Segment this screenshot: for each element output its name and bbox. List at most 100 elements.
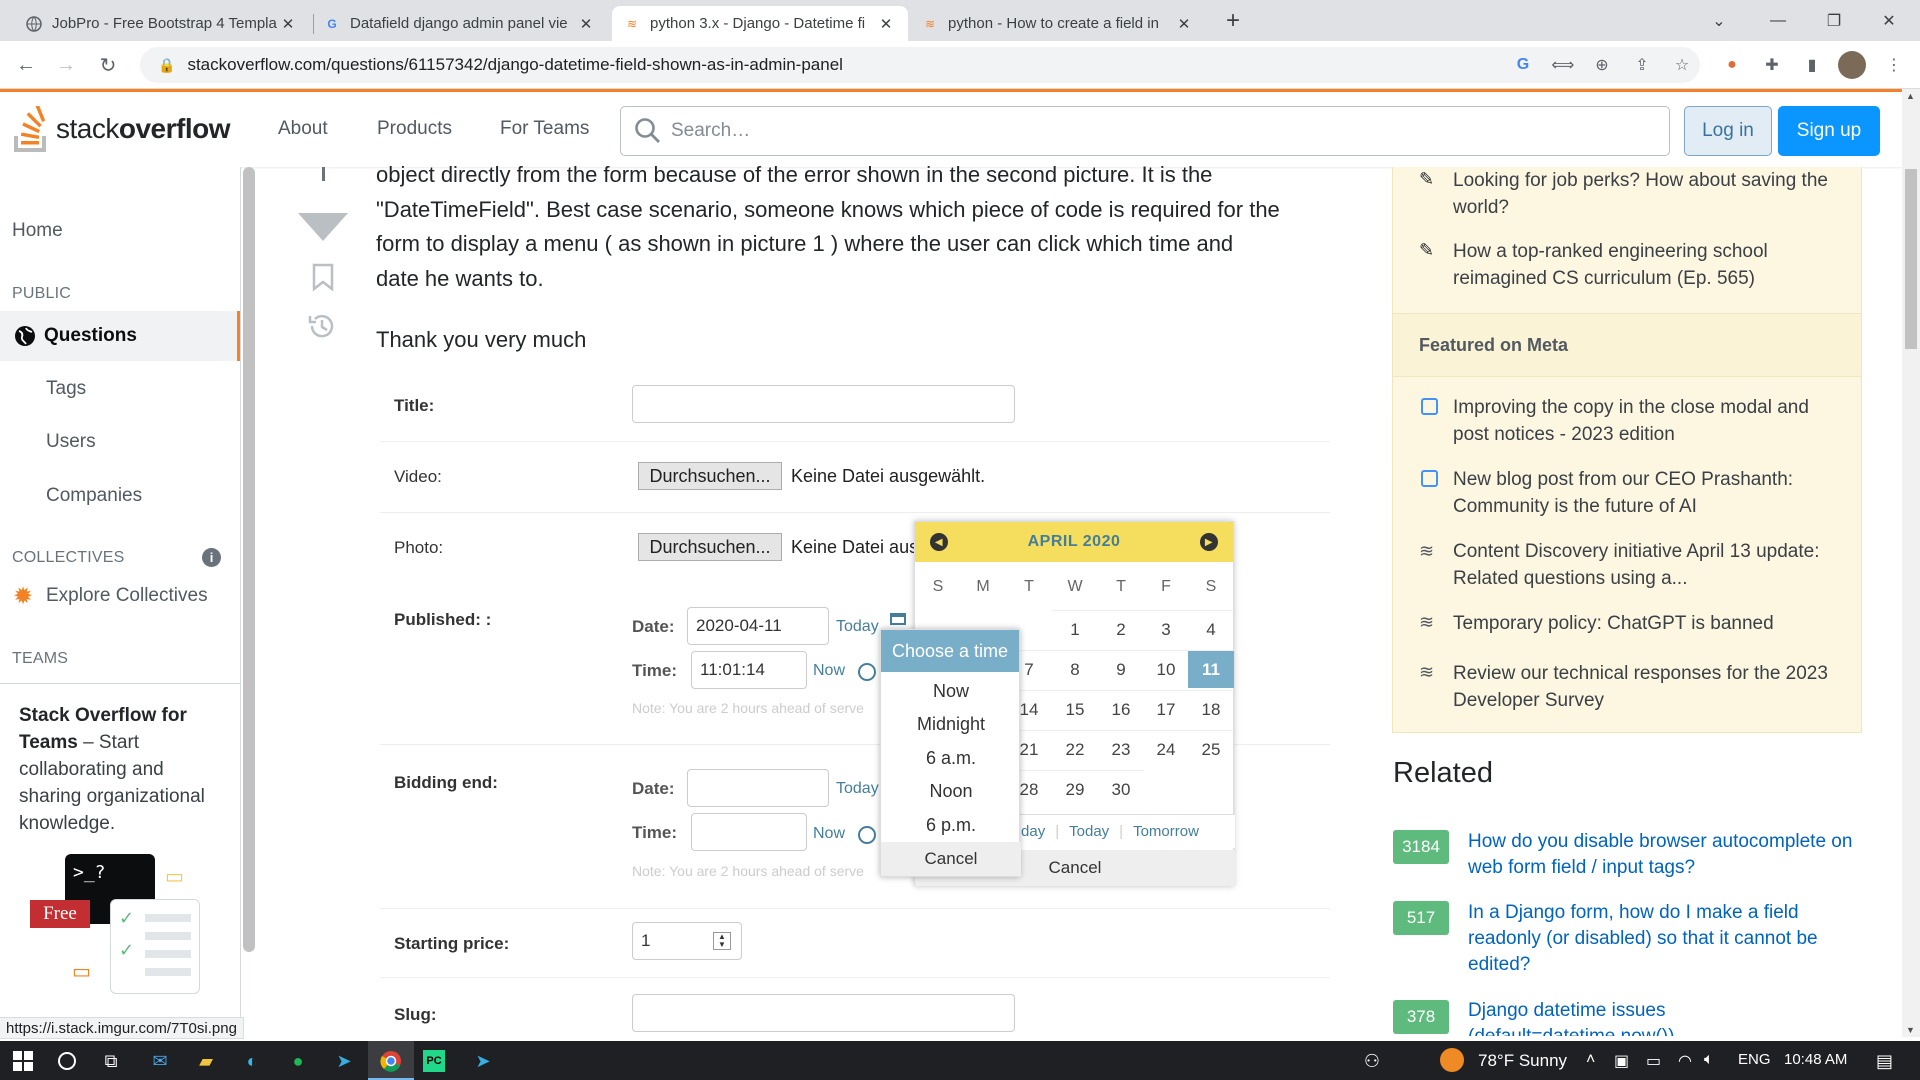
published-date-field[interactable]: 2020-04-11 bbox=[687, 607, 829, 645]
published-today-link[interactable]: Today bbox=[836, 618, 879, 636]
meta-item[interactable]: Content Discovery initiative April 13 up… bbox=[1453, 538, 1843, 592]
tab-how-to-create[interactable]: ≋ python - How to create a field in ✕ bbox=[910, 6, 1206, 41]
tab-jobpro[interactable]: JobPro - Free Bootstrap 4 Templa ✕ bbox=[14, 6, 310, 41]
calendar-day[interactable]: 1 bbox=[1052, 610, 1098, 648]
related-question-link[interactable]: How do you disable browser autocomplete … bbox=[1468, 829, 1868, 881]
window-close-button[interactable]: ✕ bbox=[1866, 0, 1912, 41]
sidebar-item-tags[interactable]: Tags bbox=[46, 378, 86, 400]
calendar-day[interactable]: 15 bbox=[1052, 690, 1098, 728]
calendar-day[interactable]: 22 bbox=[1052, 730, 1098, 768]
time-option-6pm[interactable]: 6 p.m. bbox=[881, 815, 1021, 836]
calendar-day[interactable]: 4 bbox=[1188, 610, 1234, 648]
bookmark-icon[interactable] bbox=[311, 263, 335, 291]
notifications-icon[interactable]: ▤ bbox=[1876, 1051, 1893, 1072]
mail-icon[interactable]: ✉ bbox=[146, 1047, 174, 1075]
published-time-field[interactable]: 11:01:14 bbox=[691, 651, 807, 689]
bidding-time-field[interactable] bbox=[691, 813, 807, 851]
volume-icon[interactable]: 🔈︎ bbox=[1704, 1051, 1714, 1069]
forward-arrow-icon[interactable]: → bbox=[52, 51, 80, 79]
bidding-date-field[interactable] bbox=[687, 769, 829, 807]
downvote-icon[interactable] bbox=[298, 213, 348, 243]
login-button[interactable]: Log in bbox=[1684, 106, 1772, 156]
time-option-6am[interactable]: 6 a.m. bbox=[881, 748, 1021, 769]
search-input[interactable]: Search… bbox=[620, 106, 1670, 156]
starting-price-field[interactable]: 1 ▲ ▼ bbox=[632, 922, 742, 960]
zoom-icon[interactable]: ⊕ bbox=[1590, 53, 1614, 77]
meta-item[interactable]: Temporary policy: ChatGPT is banned bbox=[1453, 610, 1843, 637]
calendar-day[interactable]: 29 bbox=[1052, 770, 1098, 808]
tab-active-django[interactable]: ≋ python 3.x - Django - Datetime fi ✕ bbox=[612, 6, 908, 41]
calendar-day[interactable]: 16 bbox=[1098, 690, 1144, 728]
video-browse-button[interactable]: Durchsuchen... bbox=[638, 462, 782, 490]
blog-item[interactable]: Looking for job perks? How about saving … bbox=[1453, 167, 1843, 221]
meta-item[interactable]: Review our technical responses for the 2… bbox=[1453, 660, 1843, 714]
edge-icon[interactable]: ◐ bbox=[238, 1047, 266, 1075]
url-field[interactable]: 🔒 stackoverflow.com/questions/61157342/d… bbox=[140, 47, 1700, 83]
blog-item[interactable]: How a top-ranked engineering school reim… bbox=[1453, 238, 1843, 292]
file-explorer-icon[interactable]: ▰ bbox=[192, 1047, 220, 1075]
page-scrollbar-thumb[interactable] bbox=[1905, 169, 1917, 349]
calendar-day[interactable]: 9 bbox=[1098, 650, 1144, 688]
calendar-tomorrow-link[interactable]: Tomorrow bbox=[1133, 823, 1199, 840]
bookmark-star-icon[interactable]: ☆ bbox=[1670, 53, 1694, 77]
puzzle-icon[interactable]: ✚ bbox=[1760, 53, 1784, 77]
menu-kebab-icon[interactable]: ⋮ bbox=[1882, 53, 1906, 77]
title-field[interactable] bbox=[632, 385, 1015, 423]
calendar-day[interactable]: 25 bbox=[1188, 730, 1234, 768]
search-circle-icon[interactable] bbox=[53, 1047, 81, 1075]
people-icon[interactable]: ⚇ bbox=[1358, 1047, 1386, 1075]
sidebar-item-explore-collectives[interactable]: Explore Collectives bbox=[46, 585, 208, 607]
tab-search-chevron-icon[interactable]: ⌄ bbox=[1696, 0, 1742, 41]
nav-for-teams[interactable]: For Teams bbox=[500, 118, 589, 140]
minimize-button[interactable]: — bbox=[1755, 0, 1801, 41]
related-question-link[interactable]: Django datetime issues (default=datetime… bbox=[1468, 998, 1868, 1036]
meta-item[interactable]: New blog post from our CEO Prashanth: Co… bbox=[1453, 466, 1843, 520]
close-icon[interactable]: ✕ bbox=[278, 15, 298, 33]
history-icon[interactable] bbox=[306, 310, 338, 342]
language-indicator[interactable]: ENG bbox=[1738, 1051, 1771, 1068]
calendar-day[interactable]: 23 bbox=[1098, 730, 1144, 768]
tray-device-icon[interactable]: ▣ bbox=[1614, 1051, 1629, 1071]
sidebar-item-users[interactable]: Users bbox=[46, 431, 96, 453]
reload-icon[interactable]: ↻ bbox=[94, 51, 122, 79]
calendar-day[interactable]: 17 bbox=[1143, 690, 1189, 728]
clock-icon[interactable] bbox=[858, 826, 876, 844]
calendar-next-icon[interactable]: ▶ bbox=[1200, 533, 1218, 551]
profile-avatar[interactable] bbox=[1838, 51, 1866, 79]
scroll-up-arrow-icon[interactable]: ▲ bbox=[1906, 91, 1915, 101]
translate-icon[interactable]: ⟺ bbox=[1551, 53, 1575, 77]
sidebar-item-companies[interactable]: Companies bbox=[46, 485, 142, 507]
info-icon[interactable]: i bbox=[202, 548, 221, 567]
calendar-day[interactable]: 10 bbox=[1143, 650, 1189, 688]
extension-icon[interactable]: ● bbox=[1720, 53, 1744, 77]
sidebar-item-home[interactable]: Home bbox=[12, 220, 63, 242]
calendar-today-link[interactable]: Today bbox=[1069, 823, 1109, 840]
google-icon[interactable]: G bbox=[1511, 53, 1535, 77]
calendar-yesterday-link[interactable]: day bbox=[1021, 823, 1045, 840]
time-option-now[interactable]: Now bbox=[881, 681, 1021, 702]
sidebar-item-questions[interactable]: Questions bbox=[0, 311, 240, 361]
bidding-now-link[interactable]: Now bbox=[813, 825, 845, 843]
time-option-noon[interactable]: Noon bbox=[881, 781, 1021, 802]
weather-text[interactable]: 78°F Sunny bbox=[1478, 1051, 1567, 1071]
nav-products[interactable]: Products bbox=[377, 118, 452, 140]
calendar-icon[interactable] bbox=[890, 613, 906, 625]
signup-button[interactable]: Sign up bbox=[1778, 106, 1880, 156]
battery-icon[interactable]: ▭ bbox=[1646, 1051, 1661, 1071]
calendar-day[interactable]: 3 bbox=[1143, 610, 1189, 648]
telegram-icon[interactable]: ➤ bbox=[469, 1047, 497, 1075]
close-icon[interactable]: ✕ bbox=[1174, 15, 1194, 33]
maximize-button[interactable]: ❐ bbox=[1811, 0, 1857, 41]
page-scrollbar[interactable]: ▲ ▼ bbox=[1902, 89, 1920, 1037]
meta-item[interactable]: Improving the copy in the close modal an… bbox=[1453, 394, 1843, 448]
clock-icon[interactable] bbox=[858, 663, 876, 681]
pycharm-icon[interactable]: PC bbox=[423, 1050, 445, 1072]
telegram-icon[interactable]: ➤ bbox=[330, 1047, 358, 1075]
sidebar-scrollbar[interactable] bbox=[243, 167, 255, 952]
slug-field[interactable] bbox=[632, 994, 1015, 1032]
windows-start-icon[interactable] bbox=[9, 1047, 37, 1075]
so-logo[interactable]: stackoverflow bbox=[12, 104, 231, 154]
time-picker-cancel-button[interactable]: Cancel bbox=[881, 842, 1021, 876]
spotify-icon[interactable]: ● bbox=[284, 1047, 312, 1075]
new-tab-button[interactable]: + bbox=[1210, 0, 1256, 41]
